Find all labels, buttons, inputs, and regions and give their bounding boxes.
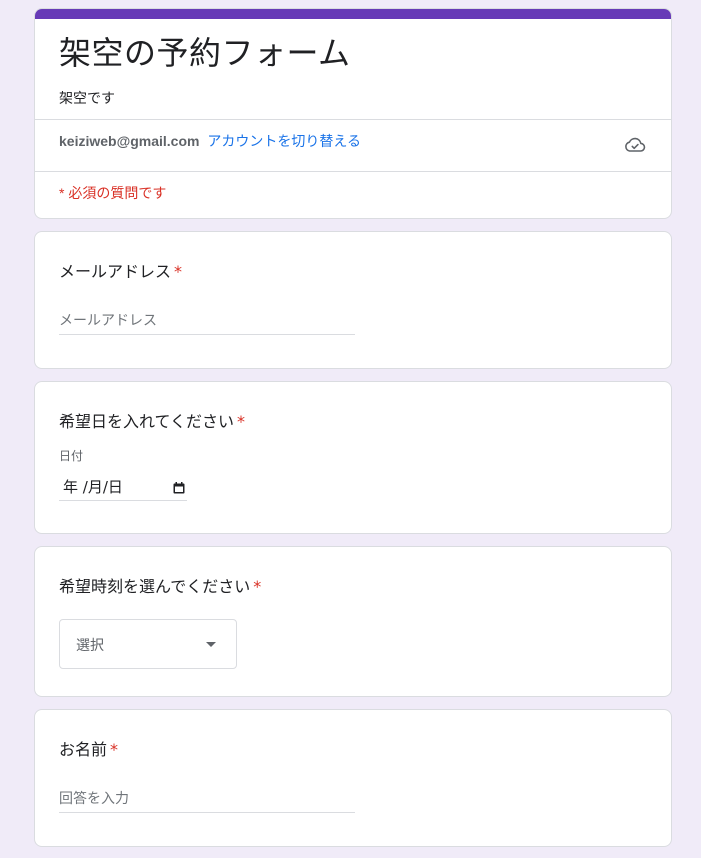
form-header-card: 架空の予約フォーム 架空です keiziweb@gmail.com アカウントを… [34,8,672,219]
required-note: * 必須の質問です [59,185,167,201]
date-input[interactable]: 年 /月/日 [59,473,187,501]
required-star: * [174,262,183,281]
dropdown-arrow-icon [206,642,216,647]
header-divider-top [35,119,671,120]
question-title-name: お名前 * [59,736,118,760]
date-input-value: 年 /月/日 [63,478,123,496]
question-title-time: 希望時刻を選んでください * [59,573,261,597]
cloud-check-icon[interactable] [623,133,647,157]
required-star: * [253,577,262,596]
email-input[interactable] [59,308,355,335]
question-title-text: メールアドレス [59,262,172,281]
switch-account-link[interactable]: アカウントを切り替える [207,133,361,149]
required-star: * [237,412,246,431]
question-title-text: 希望時刻を選んでください [59,577,251,596]
question-card-time: 希望時刻を選んでください * 選択 [34,546,672,697]
question-title-email: メールアドレス * [59,258,182,282]
question-card-date: 希望日を入れてください * 日付 年 /月/日 [34,381,672,534]
question-title-date: 希望日を入れてください * [59,408,245,432]
form-title: 架空の予約フォーム [59,34,351,72]
form-description: 架空です [59,90,115,106]
name-input[interactable] [59,786,355,813]
time-select[interactable]: 選択 [59,619,237,669]
required-star: * [110,740,119,759]
date-sub-label: 日付 [59,449,84,463]
account-row: keiziweb@gmail.com アカウントを切り替える [59,131,361,151]
question-card-name: お名前 * [34,709,672,847]
header-accent-bar [35,9,671,19]
question-title-text: お名前 [59,740,108,759]
account-email: keiziweb@gmail.com [59,133,200,149]
header-divider-bottom [35,171,671,172]
question-card-email: メールアドレス * [34,231,672,369]
time-select-placeholder: 選択 [76,637,104,653]
question-title-text: 希望日を入れてください [59,412,235,431]
calendar-icon[interactable] [173,480,185,494]
